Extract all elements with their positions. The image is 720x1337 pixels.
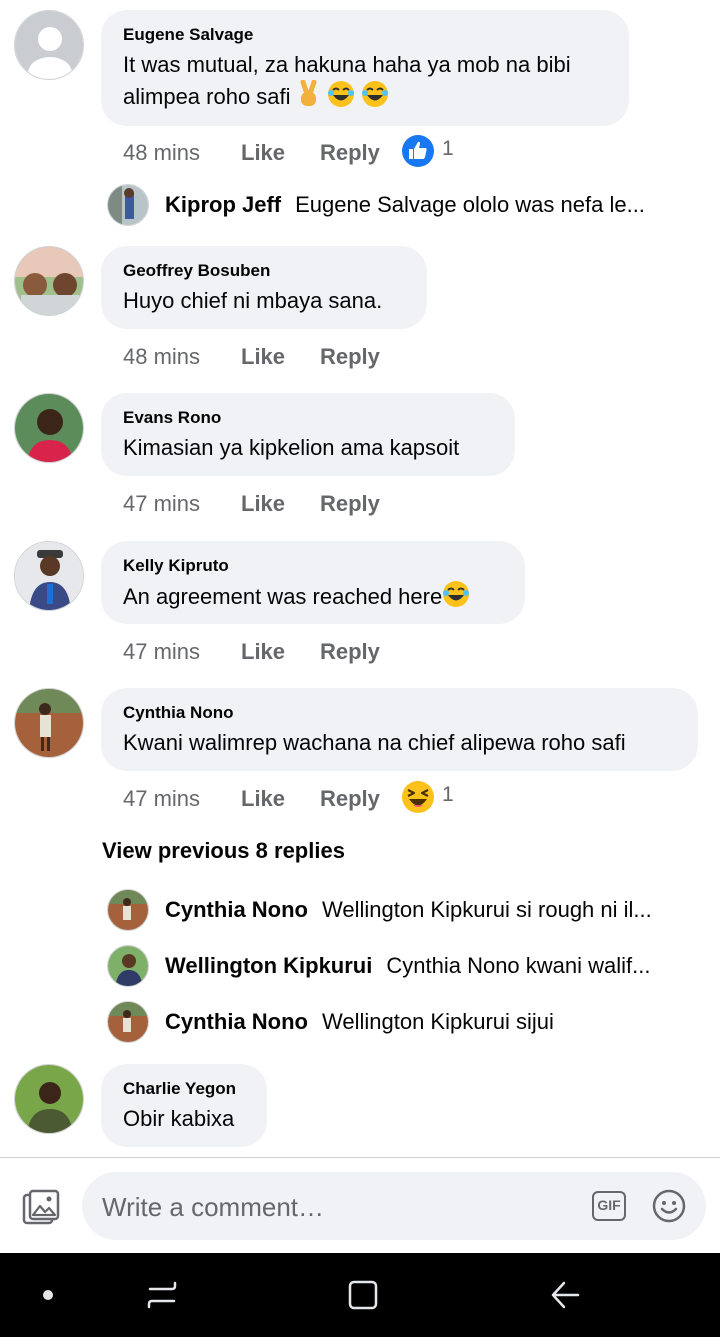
reply-author[interactable]: Wellington Kipkurui — [165, 953, 372, 978]
reply-button[interactable]: Reply — [320, 489, 380, 519]
gif-label: GIF — [597, 1197, 621, 1213]
comment-bubble[interactable]: Charlie Yegon Obir kabixa — [101, 1064, 267, 1147]
victory-hand-icon — [300, 80, 317, 106]
comment-author[interactable]: Kelly Kipruto — [123, 555, 503, 577]
photo-icon[interactable] — [22, 1189, 60, 1225]
reaction-count: 1 — [442, 137, 454, 160]
reaction-count: 1 — [442, 783, 454, 806]
comment-input[interactable] — [100, 1184, 564, 1230]
comment-bubble[interactable]: Evans Rono Kimasian ya kipkelion ama kap… — [101, 393, 515, 476]
avatar-evans-rono[interactable] — [14, 393, 84, 463]
comment-text: It was mutual, za hakuna haha ya mob na … — [123, 52, 571, 109]
reply-button[interactable]: Reply — [320, 342, 380, 372]
reply-text: Wellington Kipkurui Cynthia Nono kwani wa… — [165, 953, 651, 978]
system-navigation-bar — [0, 1253, 720, 1337]
avatar-wellington-kipkurui[interactable] — [107, 945, 149, 987]
comment-text: Kwani walimrep wachana na chief alipewa … — [123, 730, 626, 755]
reply-row[interactable]: Cynthia Nono Wellington Kipkurui sijui — [0, 1001, 720, 1045]
comment-author[interactable]: Charlie Yegon — [123, 1078, 245, 1100]
reply-author[interactable]: Cynthia Nono — [165, 1009, 308, 1034]
comment-time[interactable]: 47 mins — [123, 637, 200, 667]
comment-author[interactable]: Cynthia Nono — [123, 702, 676, 724]
comment-bubble[interactable]: Kelly Kipruto An agreement was reached h… — [101, 541, 525, 624]
comment-text: Obir kabixa — [123, 1106, 235, 1131]
reply-row[interactable]: Cynthia Nono Wellington Kipkurui si rough… — [0, 889, 720, 933]
joy-emoji-icon — [361, 81, 388, 107]
reply-text: Kiprop Jeff Eugene Salvage ololo was nefa… — [165, 192, 645, 217]
avatar-kelly-kipruto[interactable] — [14, 541, 84, 611]
avatar-cynthia-nono[interactable] — [14, 688, 84, 758]
comment-time[interactable]: 47 mins — [123, 784, 200, 814]
like-button[interactable]: Like — [241, 138, 285, 168]
gif-button[interactable]: GIF — [592, 1191, 626, 1221]
avatar-eugene-salvage[interactable] — [14, 10, 84, 80]
comment-composer: GIF — [0, 1157, 720, 1254]
avatar-geoffrey-bosuben[interactable] — [14, 246, 84, 316]
comment-time[interactable]: 48 mins — [123, 342, 200, 372]
comment-text: Kimasian ya kipkelion ama kapsoit — [123, 435, 460, 460]
reaction-summary[interactable]: 1 — [401, 780, 454, 813]
comment-input-container: GIF — [82, 1172, 706, 1240]
reply-button[interactable]: Reply — [320, 637, 380, 667]
avatar-cynthia-nono[interactable] — [107, 1001, 149, 1043]
comment-text: Huyo chief ni mbaya sana. — [123, 288, 383, 313]
comment-bubble[interactable]: Geoffrey Bosuben Huyo chief ni mbaya san… — [101, 246, 427, 329]
recent-apps-icon[interactable] — [146, 1279, 178, 1311]
home-icon[interactable] — [348, 1280, 378, 1310]
reply-button[interactable]: Reply — [320, 138, 380, 168]
reply-author[interactable]: Cynthia Nono — [165, 897, 308, 922]
joy-emoji-icon — [327, 81, 354, 107]
avatar-kiprop-jeff[interactable] — [107, 184, 149, 226]
comment-time[interactable]: 48 mins — [123, 138, 200, 168]
dot-icon — [43, 1290, 53, 1300]
comment-bubble[interactable]: Cynthia Nono Kwani walimrep wachana na c… — [101, 688, 698, 771]
like-button[interactable]: Like — [241, 489, 285, 519]
reply-text: Cynthia Nono Wellington Kipkurui si rough… — [165, 897, 652, 922]
avatar-cynthia-nono[interactable] — [107, 889, 149, 931]
avatar-charlie-yegon[interactable] — [14, 1064, 84, 1134]
view-previous-replies-link[interactable]: View previous 8 replies — [102, 838, 345, 864]
like-button[interactable]: Like — [241, 342, 285, 372]
comment-bubble[interactable]: Eugene Salvage It was mutual, za hakuna … — [101, 10, 629, 126]
comment-text: An agreement was reached here — [123, 580, 503, 612]
reply-row[interactable]: Wellington Kipkurui Cynthia Nono kwani wa… — [0, 945, 720, 989]
comment-author[interactable]: Evans Rono — [123, 407, 493, 429]
like-button[interactable]: Like — [241, 637, 285, 667]
like-button[interactable]: Like — [241, 784, 285, 814]
reaction-summary[interactable]: 1 — [401, 134, 454, 167]
back-icon[interactable] — [550, 1280, 580, 1310]
comment-time[interactable]: 47 mins — [123, 489, 200, 519]
joy-emoji-icon — [443, 581, 470, 607]
reply-text: Cynthia Nono Wellington Kipkurui sijui — [165, 1009, 554, 1034]
reply-button[interactable]: Reply — [320, 784, 380, 814]
haha-icon — [402, 781, 434, 813]
reply-author[interactable]: Kiprop Jeff — [165, 192, 281, 217]
emoji-picker-icon[interactable] — [652, 1189, 686, 1223]
comment-author[interactable]: Geoffrey Bosuben — [123, 260, 405, 282]
reply-row[interactable]: Kiprop Jeff Eugene Salvage ololo was nefa… — [0, 184, 720, 228]
comment-author[interactable]: Eugene Salvage — [123, 24, 607, 46]
thumbs-up-icon — [402, 135, 434, 167]
